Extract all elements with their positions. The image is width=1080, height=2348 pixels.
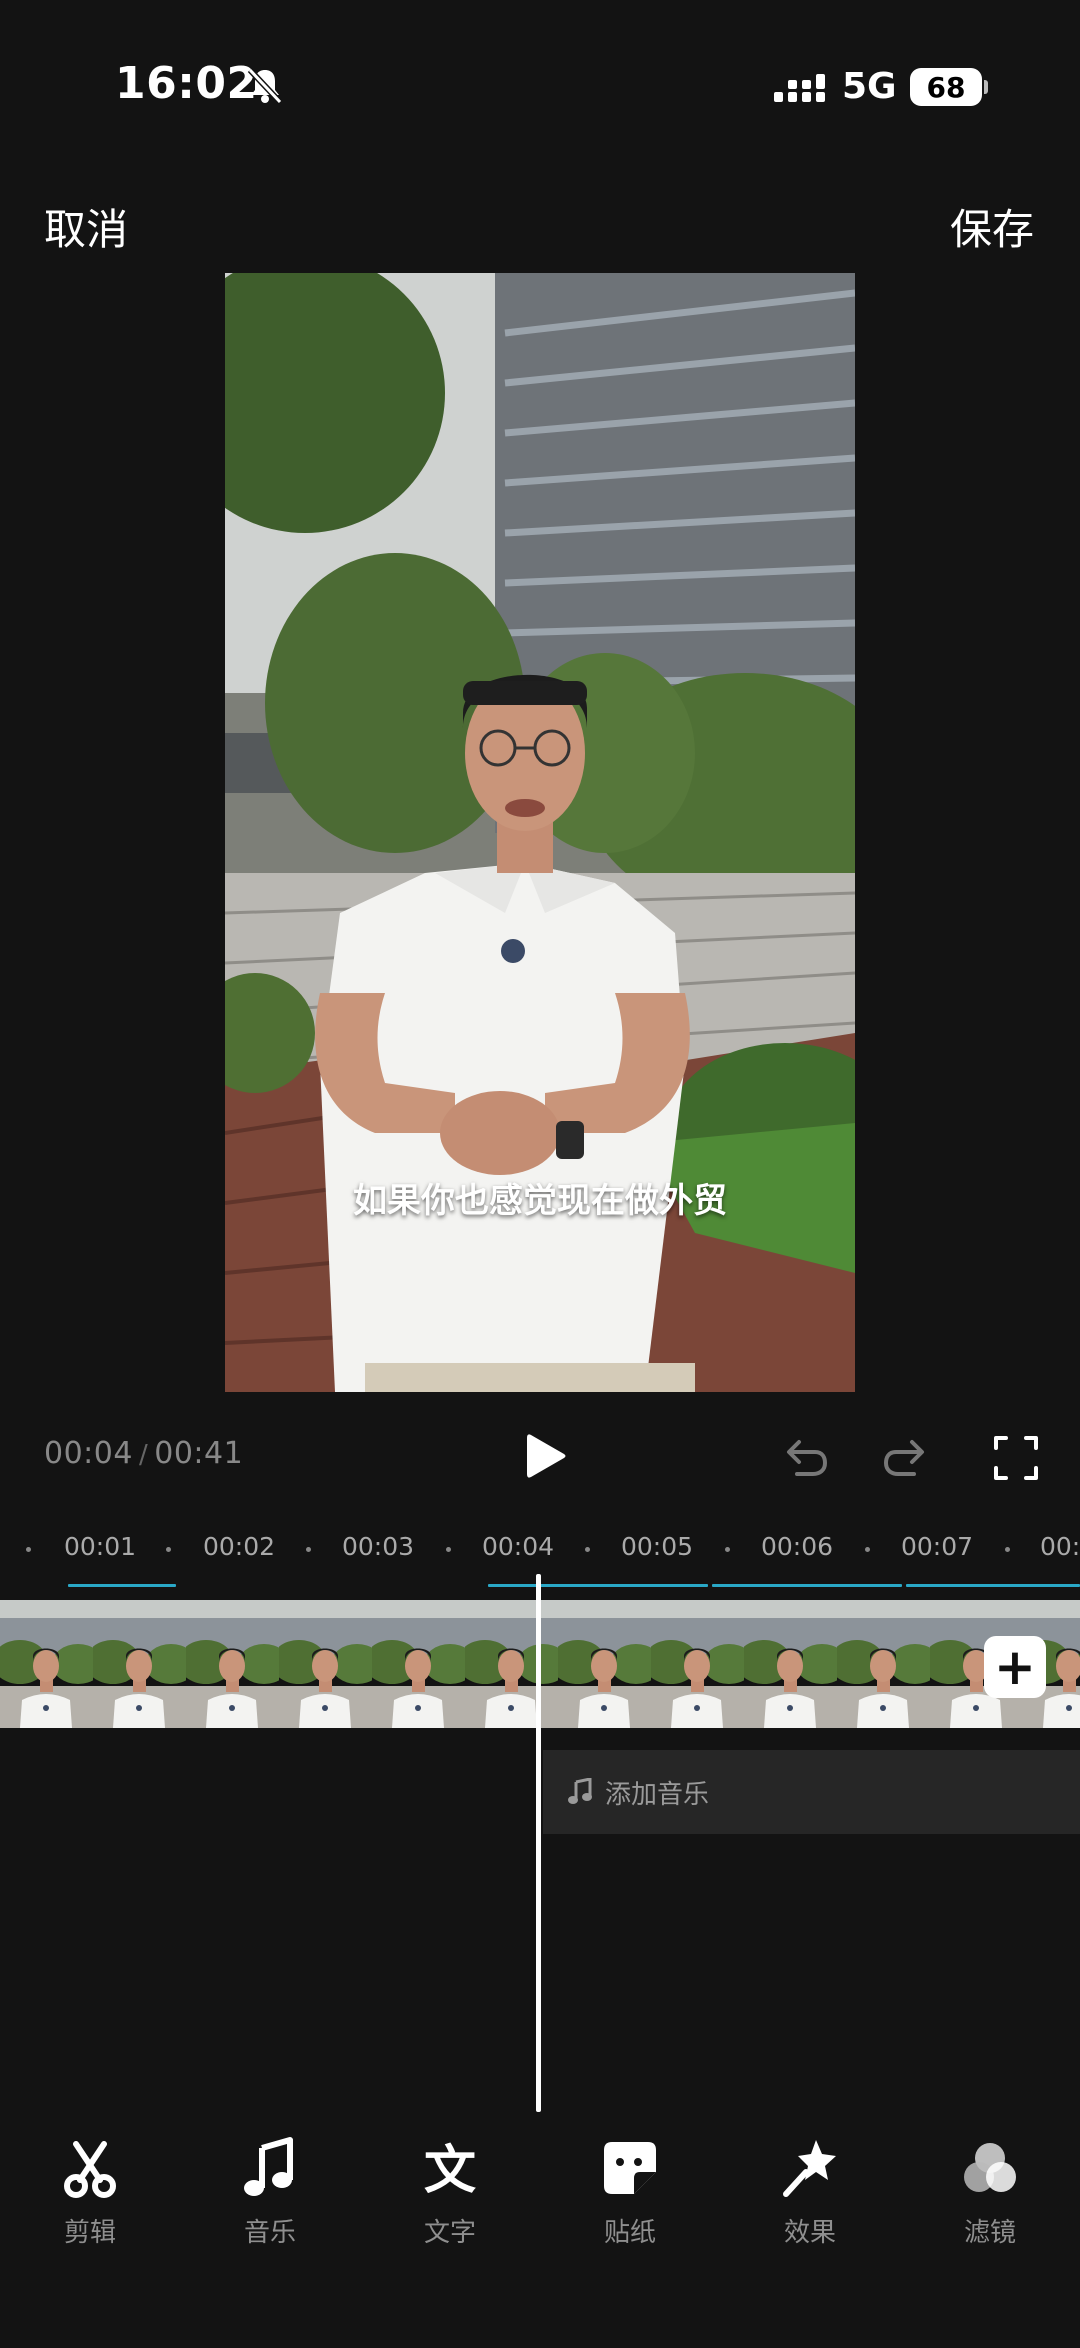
- ruler-label: 00:02: [203, 1532, 276, 1561]
- fullscreen-icon[interactable]: [988, 1430, 1044, 1486]
- clip-thumbnail: [93, 1600, 186, 1728]
- clip-thumbnail: [744, 1600, 837, 1728]
- sticker-icon: [604, 2142, 656, 2194]
- playhead[interactable]: [536, 1574, 541, 2112]
- toolbar-label: 贴纸: [603, 2218, 656, 2248]
- undo-icon[interactable]: [775, 1430, 831, 1486]
- filter-icon: [964, 2143, 1016, 2192]
- playback-time: 00:04/00:41: [44, 1436, 243, 1471]
- video-editor-screen: 16:02 5G 68 取消 保存 如果你也感觉现在做外贸 00:04 / 00…: [0, 0, 1080, 2348]
- ruler-label: 00:0: [1040, 1532, 1080, 1561]
- ruler-dot: [26, 1547, 31, 1552]
- clip-segment-line: [906, 1584, 1080, 1587]
- add-music-track[interactable]: 添加音乐: [543, 1750, 1080, 1834]
- toolbar-label: 剪辑: [63, 2218, 116, 2248]
- battery-indicator: 68: [910, 68, 982, 106]
- clip-thumbnail: [372, 1600, 465, 1728]
- ruler-label: 00:06: [761, 1532, 834, 1561]
- toolbar-text[interactable]: 文 文字: [390, 2136, 510, 2249]
- ruler-dot: [166, 1547, 171, 1552]
- ruler-dot: [306, 1547, 311, 1552]
- toolbar-sticker[interactable]: 贴纸: [570, 2136, 690, 2249]
- play-icon[interactable]: [515, 1426, 575, 1486]
- toolbar-label: 文字: [423, 2218, 476, 2248]
- magic-wand-icon: [783, 2140, 836, 2197]
- signal-icon: [774, 74, 825, 102]
- scissors-icon: [64, 2141, 116, 2198]
- status-time: 16:02: [115, 58, 258, 109]
- ruler-dot: [865, 1547, 870, 1552]
- ruler-dot: [446, 1547, 451, 1552]
- ruler-label: 00:03: [342, 1532, 415, 1561]
- clip-thumbnail: [837, 1600, 930, 1728]
- clip-segment-line: [712, 1584, 902, 1587]
- clip-segment-line: [68, 1584, 176, 1587]
- total-time: 00:41: [154, 1436, 244, 1471]
- toolbar-label: 音乐: [243, 2218, 296, 2248]
- add-clip-button[interactable]: +: [984, 1636, 1046, 1698]
- save-button[interactable]: 保存: [950, 196, 1034, 257]
- video-preview[interactable]: 如果你也感觉现在做外贸: [225, 273, 855, 1392]
- current-time: 00:04: [44, 1436, 133, 1471]
- ruler-label: 00:04: [482, 1532, 555, 1561]
- clip-thumbnail: [0, 1600, 93, 1728]
- clip-thumbnail: [279, 1600, 372, 1728]
- music-note-icon: [244, 2137, 293, 2196]
- toolbar-label: 效果: [783, 2218, 836, 2248]
- network-type: 5G: [842, 66, 897, 107]
- text-icon: 文: [424, 2141, 476, 2200]
- ruler-label: 00:07: [901, 1532, 974, 1561]
- cancel-button[interactable]: 取消: [44, 196, 128, 257]
- toolbar-music[interactable]: 音乐: [210, 2136, 330, 2249]
- ruler-dot: [725, 1547, 730, 1552]
- clip-segment-line: [488, 1584, 708, 1587]
- time-separator: /: [138, 1440, 149, 1470]
- ruler-dot: [1005, 1547, 1010, 1552]
- clip-thumbnail: [465, 1600, 558, 1728]
- video-subtitle[interactable]: 如果你也感觉现在做外贸: [225, 1173, 855, 1222]
- clip-thumbnail: [651, 1600, 744, 1728]
- timeline-ruler[interactable]: 00:01 00:02 00:03 00:04 00:05 00:06 00:0…: [0, 1532, 1080, 1572]
- add-music-label: 添加音乐: [605, 1779, 710, 1810]
- svg-text:文: 文: [424, 2141, 476, 2200]
- ruler-label: 00:05: [621, 1532, 694, 1561]
- clip-thumbnail: [558, 1600, 651, 1728]
- music-note-small-icon: [568, 1778, 592, 1804]
- ruler-label: 00:01: [64, 1532, 137, 1561]
- battery-tip: [984, 80, 988, 94]
- toolbar-filter[interactable]: 滤镜: [930, 2136, 1050, 2249]
- toolbar-label: 滤镜: [963, 2218, 1016, 2248]
- mute-bell-icon: [247, 67, 283, 105]
- toolbar-edit[interactable]: 剪辑: [30, 2136, 150, 2249]
- video-frame-image: [225, 273, 855, 1392]
- clip-thumbnail: [186, 1600, 279, 1728]
- ruler-dot: [585, 1547, 590, 1552]
- toolbar-effects[interactable]: 效果: [750, 2136, 870, 2249]
- redo-icon[interactable]: [880, 1430, 936, 1486]
